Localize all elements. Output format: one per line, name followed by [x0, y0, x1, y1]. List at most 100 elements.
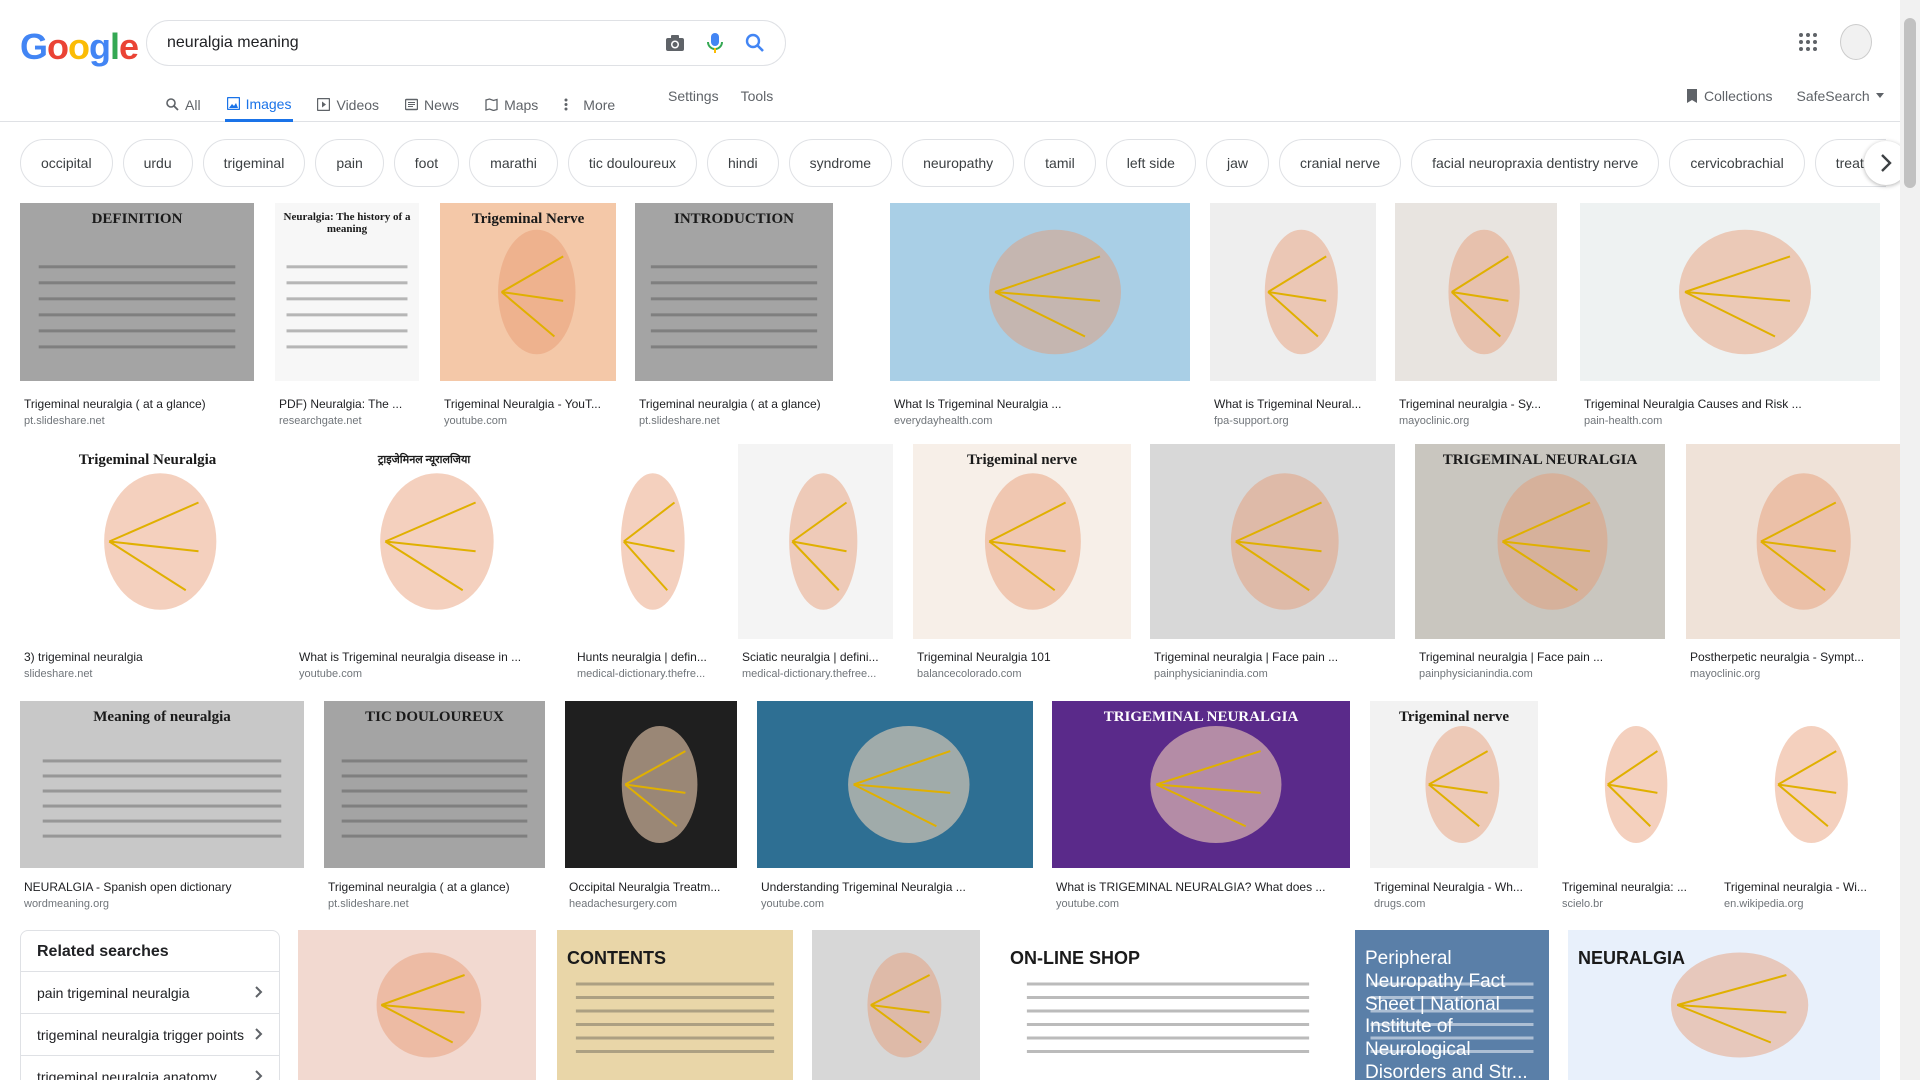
image-result[interactable]: Trigeminal nerve Trigeminal Neuralgia - W…	[1370, 701, 1538, 912]
image-result[interactable]: TIC DOULOUREUX Trigeminal neuralgia ( at …	[324, 701, 545, 912]
image-result[interactable]: Trigeminal neuralgia - Wi... en.wikipedia…	[1720, 701, 1886, 912]
image-result[interactable]: CONTENTS	[557, 930, 793, 1080]
image-result[interactable]: What is Trigeminal Neural... fpa-support.…	[1210, 203, 1376, 429]
image-result[interactable]: Hunts neuralgia | defin... medical-dictio…	[573, 444, 718, 682]
image-caption[interactable]: Trigeminal neuralgia ( at a glance)	[639, 397, 833, 411]
image-thumbnail[interactable]	[1558, 701, 1700, 868]
page-scrollbar[interactable]	[1900, 0, 1920, 1080]
image-result[interactable]: Trigeminal Neuralgia Causes and Risk ...…	[1580, 203, 1880, 429]
image-thumbnail[interactable]: INTRODUCTION	[635, 203, 833, 381]
image-thumbnail[interactable]: Trigeminal Neuralgia	[20, 444, 275, 639]
image-thumbnail[interactable]: NEURALGIA	[1568, 930, 1880, 1080]
image-thumbnail[interactable]	[1150, 444, 1395, 639]
search-input[interactable]	[167, 34, 655, 52]
chip[interactable]: foot	[393, 139, 460, 187]
chip[interactable]: occipital	[20, 139, 113, 187]
chip[interactable]: jaw	[1205, 139, 1269, 187]
image-thumbnail[interactable]	[812, 930, 980, 1080]
image-caption[interactable]: PDF) Neuralgia: The ...	[279, 397, 419, 411]
image-caption[interactable]: Trigeminal neuralgia | Face pain ...	[1154, 650, 1395, 664]
image-result[interactable]: Trigeminal neuralgia - Sy... mayoclinic.o…	[1395, 203, 1557, 429]
image-thumbnail[interactable]	[565, 701, 737, 868]
image-caption[interactable]: Trigeminal Neuralgia - YouT...	[444, 397, 616, 411]
image-thumbnail[interactable]	[1580, 203, 1880, 381]
image-caption[interactable]: Trigeminal neuralgia ( at a glance)	[24, 397, 254, 411]
image-thumbnail[interactable]	[1686, 444, 1900, 639]
image-caption[interactable]: Trigeminal neuralgia - Wi...	[1724, 880, 1886, 894]
image-result[interactable]: Understanding Trigeminal Neuralgia ... yo…	[757, 701, 1033, 912]
collections-link[interactable]: Collections	[1686, 88, 1772, 104]
tab-all[interactable]: All	[164, 88, 203, 122]
tab-videos[interactable]: Videos	[315, 88, 381, 122]
image-result[interactable]: Occipital Neuralgia Treatm... headachesur…	[565, 701, 737, 912]
image-result[interactable]: Peripheral Neuropathy Fact Sheet | Natio…	[1355, 930, 1549, 1080]
image-result[interactable]: TRIGEMINAL NEURALGIA What is TRIGEMINAL N…	[1052, 701, 1350, 912]
image-result[interactable]: Trigeminal Nerve Trigeminal Neuralgia - Y…	[440, 203, 616, 429]
image-caption[interactable]: Postherpetic neuralgia - Sympt...	[1690, 650, 1900, 664]
chip[interactable]: pain	[315, 139, 384, 187]
account-avatar[interactable]	[1840, 24, 1872, 60]
camera-icon[interactable]	[655, 23, 695, 63]
chip[interactable]: trigeminal	[202, 139, 306, 187]
image-thumbnail[interactable]: CONTENTS	[557, 930, 793, 1080]
chip[interactable]: facial neuropraxia dentistry nerve	[1411, 139, 1660, 187]
image-thumbnail[interactable]: Meaning of neuralgia	[20, 701, 304, 868]
image-thumbnail[interactable]	[890, 203, 1190, 381]
image-caption[interactable]: Understanding Trigeminal Neuralgia ...	[761, 880, 1033, 894]
image-thumbnail[interactable]: ट्राइजेमिनल न्यूरालजिया	[295, 444, 553, 639]
image-result[interactable]	[812, 930, 980, 1080]
settings-link[interactable]: Settings	[668, 88, 719, 104]
chip[interactable]: neuropathy	[902, 139, 1015, 187]
image-caption[interactable]: Trigeminal Neuralgia - Wh...	[1374, 880, 1538, 894]
image-caption[interactable]: Trigeminal neuralgia ( at a glance)	[328, 880, 545, 894]
google-logo[interactable]: Google	[20, 26, 139, 68]
chip[interactable]: hindi	[707, 139, 779, 187]
image-caption[interactable]: Trigeminal neuralgia: ...	[1562, 880, 1700, 894]
image-thumbnail[interactable]: DEFINITION	[20, 203, 254, 381]
image-caption[interactable]: What is Trigeminal Neural...	[1214, 397, 1376, 411]
image-thumbnail[interactable]	[1210, 203, 1376, 381]
image-thumbnail[interactable]	[1720, 701, 1886, 868]
tab-maps[interactable]: Maps	[483, 88, 540, 122]
tab-images[interactable]: Images	[224, 88, 294, 122]
image-caption[interactable]: Trigeminal neuralgia | Face pain ...	[1419, 650, 1665, 664]
search-icon[interactable]	[735, 23, 775, 63]
image-thumbnail[interactable]: Trigeminal nerve	[1370, 701, 1538, 868]
tab-more[interactable]: More	[562, 88, 617, 122]
image-result[interactable]: What Is Trigeminal Neuralgia ... everyday…	[890, 203, 1190, 429]
image-caption[interactable]: What is Trigeminal neuralgia disease in …	[299, 650, 553, 664]
image-caption[interactable]: 3) trigeminal neuralgia	[24, 650, 275, 664]
chip[interactable]: tic douloureux	[567, 139, 698, 187]
image-result[interactable]: INTRODUCTION Trigeminal neuralgia ( at a …	[635, 203, 833, 429]
image-result[interactable]: Trigeminal Neuralgia 3) trigeminal neural…	[20, 444, 275, 682]
search-box[interactable]	[146, 20, 786, 66]
microphone-icon[interactable]	[695, 23, 735, 63]
related-search-item[interactable]: trigeminal neuralgia anatomy	[21, 1055, 279, 1080]
image-thumbnail[interactable]: Trigeminal nerve	[913, 444, 1131, 639]
image-caption[interactable]: Trigeminal Neuralgia Causes and Risk ...	[1584, 397, 1880, 411]
image-result[interactable]: DEFINITION Trigeminal neuralgia ( at a gl…	[20, 203, 254, 429]
safesearch-dropdown[interactable]: SafeSearch	[1796, 88, 1884, 104]
image-caption[interactable]: Occipital Neuralgia Treatm...	[569, 880, 737, 894]
image-result[interactable]: Sciatic neuralgia | defini... medical-dic…	[738, 444, 893, 682]
image-result[interactable]: Postherpetic neuralgia - Sympt... mayocli…	[1686, 444, 1900, 682]
image-result[interactable]: Meaning of neuralgia NEURALGIA - Spanish …	[20, 701, 304, 912]
scrollbar-thumb[interactable]	[1904, 18, 1916, 188]
chip[interactable]: tamil	[1024, 139, 1096, 187]
image-thumbnail[interactable]: Trigeminal Nerve	[440, 203, 616, 381]
image-thumbnail[interactable]: TIC DOULOUREUX	[324, 701, 545, 868]
tools-link[interactable]: Tools	[741, 88, 774, 104]
image-result[interactable]: ट्राइजेमिनल न्यूरालजिया What is Trigemina…	[295, 444, 553, 682]
image-result[interactable]: Trigeminal nerve Trigeminal Neuralgia 101…	[913, 444, 1131, 682]
chip[interactable]: urdu	[122, 139, 193, 187]
tab-news[interactable]: News	[403, 88, 461, 122]
related-search-item[interactable]: pain trigeminal neuralgia	[21, 971, 279, 1013]
image-caption[interactable]: Trigeminal Neuralgia 101	[917, 650, 1131, 664]
image-thumbnail[interactable]: Peripheral Neuropathy Fact Sheet | Natio…	[1355, 930, 1549, 1080]
image-result[interactable]: Trigeminal neuralgia: ... scielo.br	[1558, 701, 1700, 912]
image-result[interactable]: ON-LINE SHOP	[1000, 930, 1336, 1080]
image-thumbnail[interactable]	[573, 444, 718, 639]
chip[interactable]: syndrome	[788, 139, 893, 187]
image-caption[interactable]: What Is Trigeminal Neuralgia ...	[894, 397, 1190, 411]
image-thumbnail[interactable]: TRIGEMINAL NEURALGIA	[1052, 701, 1350, 868]
